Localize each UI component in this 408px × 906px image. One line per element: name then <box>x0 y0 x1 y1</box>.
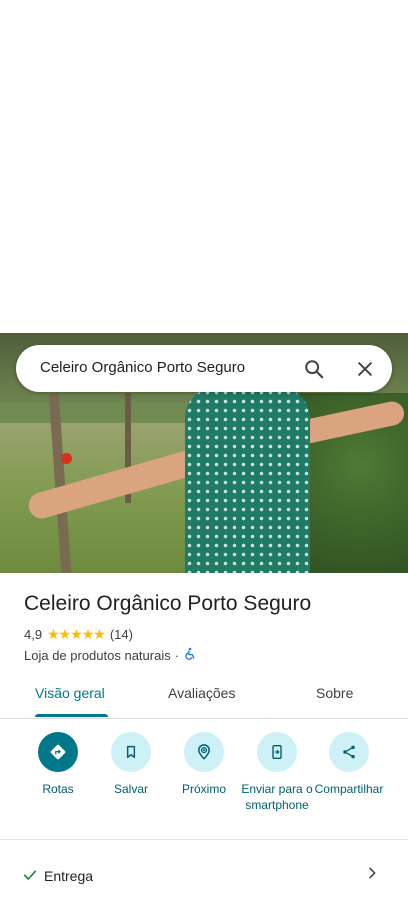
check-icon <box>22 867 38 888</box>
send-to-phone-label: Enviar para o smartphone <box>241 782 313 812</box>
share-button[interactable]: Compartilhar <box>311 731 387 797</box>
chevron-right-icon[interactable] <box>364 865 380 886</box>
delivery-label: Entrega <box>44 868 94 884</box>
send-to-phone-icon <box>257 732 297 772</box>
share-icon <box>329 732 369 772</box>
save-button[interactable]: Salvar <box>93 731 169 797</box>
directions-label: Rotas <box>42 782 74 796</box>
nearby-label: Próximo <box>181 782 226 796</box>
tab-about[interactable]: Sobre <box>316 685 353 701</box>
photo-tomato <box>61 453 72 464</box>
share-label: Compartilhar <box>314 782 384 796</box>
rating-row[interactable]: 4,9 ★★★★★ (14) <box>24 626 133 643</box>
tab-bar: Visão geral Avaliações Sobre <box>0 672 408 719</box>
place-category: Loja de produtos naturais <box>24 648 171 663</box>
bookmark-icon <box>111 732 151 772</box>
directions-button[interactable]: Rotas <box>20 731 96 797</box>
tab-overview[interactable]: Visão geral <box>35 685 105 701</box>
delivery-row[interactable]: Entrega <box>0 855 408 899</box>
action-buttons: Rotas Salvar Próximo Enviar para o smart… <box>0 731 408 840</box>
directions-icon <box>38 732 78 772</box>
separator: · <box>174 648 180 663</box>
tab-reviews[interactable]: Avaliações <box>168 685 235 701</box>
close-icon[interactable] <box>351 355 379 383</box>
nearby-button[interactable]: Próximo <box>166 731 242 797</box>
rating-value: 4,9 <box>24 627 43 642</box>
review-count[interactable]: (14) <box>110 627 133 642</box>
active-tab-indicator <box>35 714 108 717</box>
search-input[interactable]: Celeiro Orgânico Porto Seguro <box>40 359 245 376</box>
save-label: Salvar <box>113 782 148 796</box>
send-to-phone-button[interactable]: Enviar para o smartphone <box>239 731 315 813</box>
search-icon[interactable] <box>300 355 328 383</box>
rating-stars: ★★★★★ <box>47 626 106 642</box>
category-row: Loja de produtos naturais · <box>24 647 197 664</box>
photo-person <box>185 388 310 573</box>
wheelchair-icon <box>183 647 197 664</box>
nearby-icon <box>184 732 224 772</box>
place-title: Celeiro Orgânico Porto Seguro <box>24 592 312 615</box>
search-bar[interactable]: Celeiro Orgânico Porto Seguro <box>16 345 392 392</box>
